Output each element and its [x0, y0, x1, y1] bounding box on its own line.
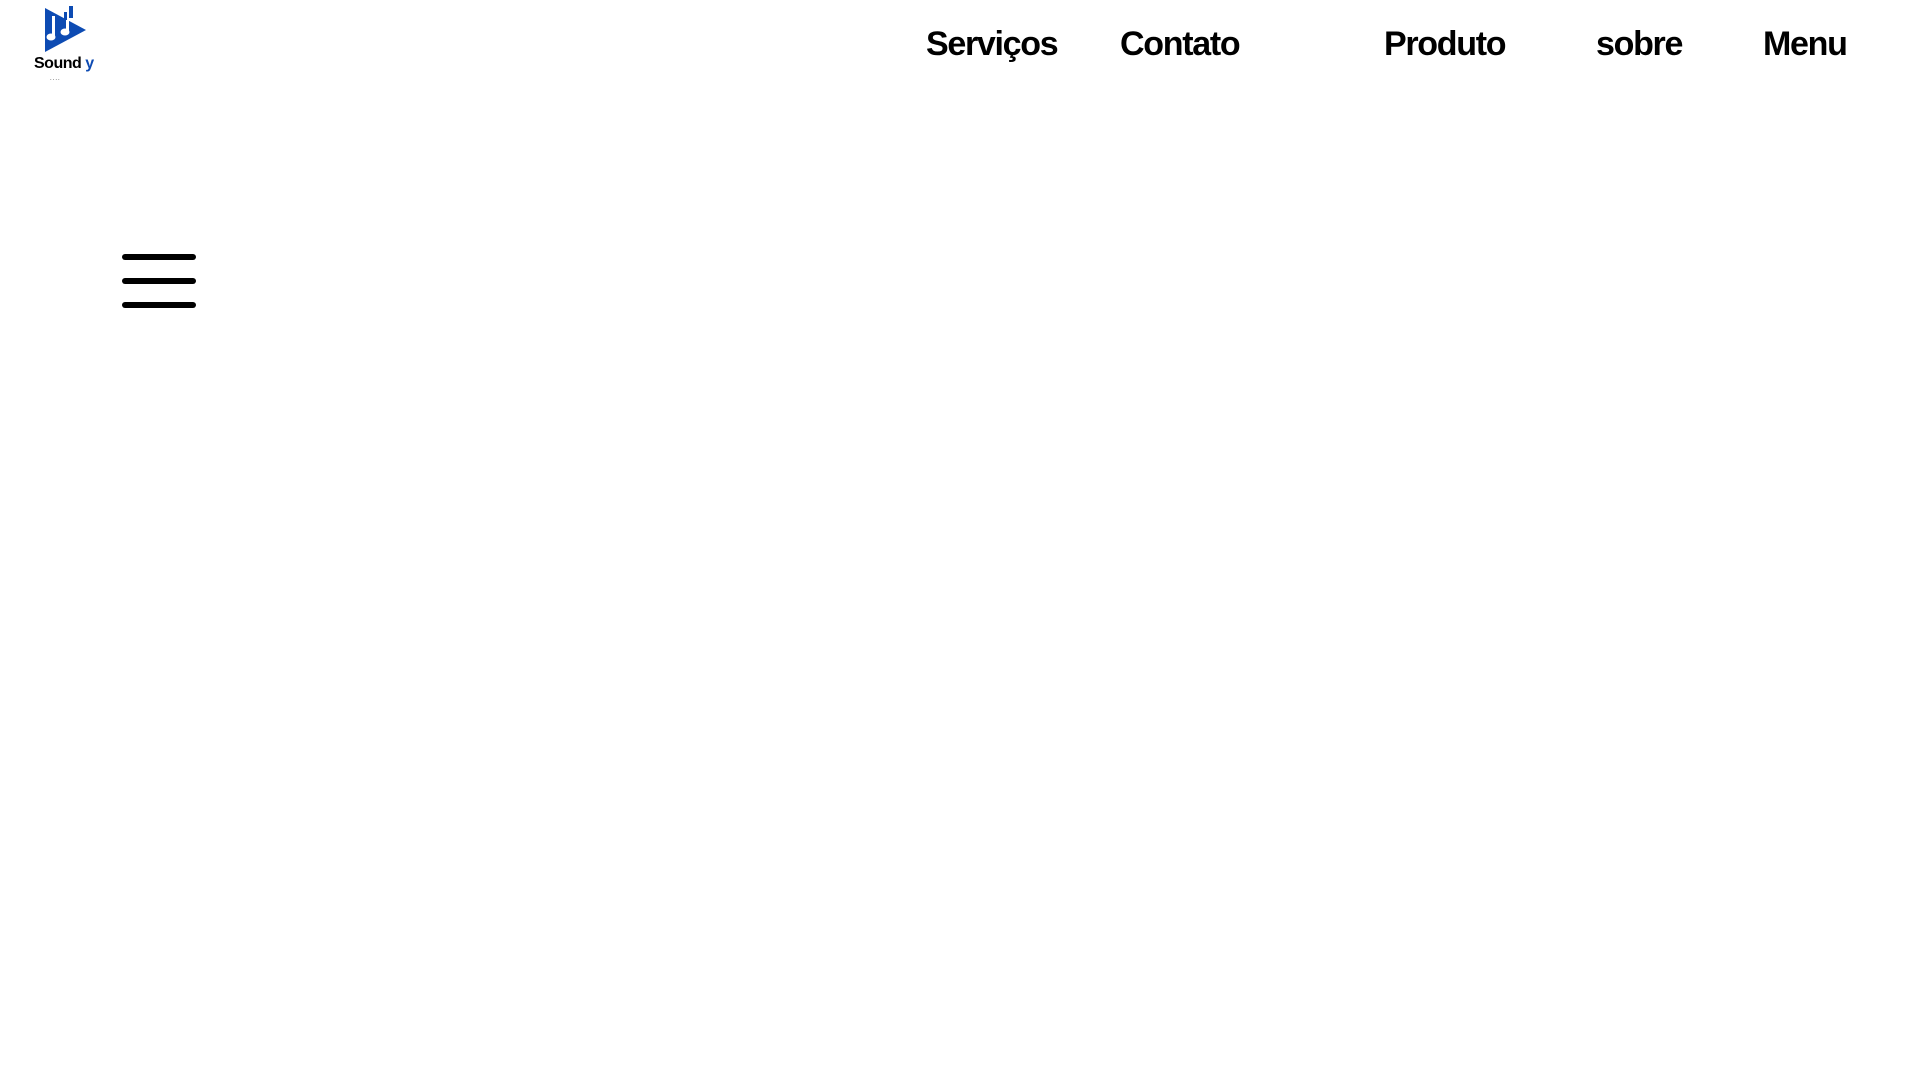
logo-link[interactable]: Sound y .... — [30, 6, 102, 84]
hamburger-bar — [122, 278, 196, 284]
hamburger-menu-icon[interactable] — [122, 254, 196, 308]
logo-word-accent: y — [85, 55, 94, 72]
nav-link-produto[interactable]: Produto — [1384, 22, 1507, 66]
logo-word-main: Sound — [34, 55, 82, 72]
page: Sound y .... Serviços Contato Produto so… — [0, 0, 1920, 1080]
nav-link-servicos[interactable]: Serviços — [926, 22, 1059, 66]
nav-link-sobre[interactable]: sobre — [1596, 22, 1683, 66]
logo-tagline: .... — [50, 76, 61, 82]
nav-link-contato[interactable]: Contato — [1120, 22, 1241, 66]
music-notes-play-icon — [45, 6, 86, 52]
logo-wordmark: Sound y — [34, 56, 94, 72]
hamburger-bar — [122, 302, 196, 308]
hamburger-bar — [122, 254, 196, 260]
nav-link-menu[interactable]: Menu — [1763, 22, 1848, 66]
